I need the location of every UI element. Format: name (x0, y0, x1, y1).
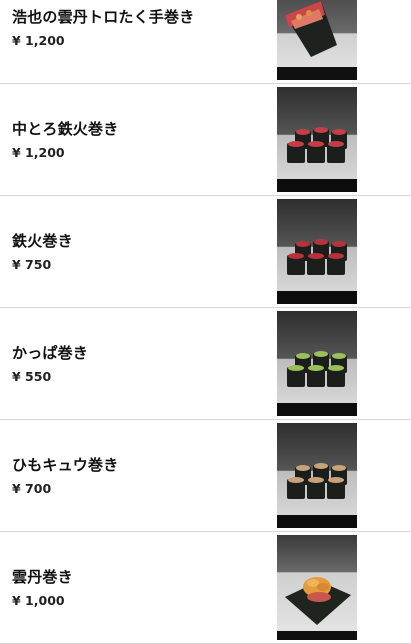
menu-item[interactable]: 鉄火巻き ¥ 750 (0, 196, 411, 308)
menu-item-text: 雲丹巻き ¥ 1,000 (12, 532, 272, 644)
uni-maki-photo[interactable] (277, 535, 357, 640)
menu-item[interactable]: かっぱ巻き ¥ 550 (0, 308, 411, 420)
menu-item-name: 浩也の雲丹トロたく手巻き (12, 8, 195, 26)
menu-item-name: 中とろ鉄火巻き (12, 120, 119, 138)
menu-item[interactable]: 雲丹巻き ¥ 1,000 (0, 532, 411, 644)
menu-item-name: 雲丹巻き (12, 568, 73, 586)
tekka-maki-photo[interactable] (277, 199, 357, 304)
menu-item-price: ¥ 1,000 (12, 593, 65, 608)
menu-item-price: ¥ 550 (12, 369, 52, 384)
menu-item-text: かっぱ巻き ¥ 550 (12, 308, 272, 420)
menu-item[interactable]: 浩也の雲丹トロたく手巻き ¥ 1,200 (0, 0, 411, 84)
himo-kyu-maki-photo[interactable] (277, 423, 357, 528)
menu-item-price: ¥ 1,200 (12, 33, 65, 48)
hand-roll-tuna-uni-photo[interactable] (277, 0, 357, 80)
menu-item-price: ¥ 700 (12, 481, 52, 496)
menu-item-text: ひもキュウ巻き ¥ 700 (12, 420, 272, 532)
menu-item-price: ¥ 750 (12, 257, 52, 272)
menu-item-text: 鉄火巻き ¥ 750 (12, 196, 272, 308)
kappa-maki-photo[interactable] (277, 311, 357, 416)
menu-item-name: かっぱ巻き (12, 344, 89, 362)
menu-item-text: 浩也の雲丹トロたく手巻き ¥ 1,200 (12, 0, 272, 84)
menu-item[interactable]: 中とろ鉄火巻き ¥ 1,200 (0, 84, 411, 196)
menu-list: 浩也の雲丹トロたく手巻き ¥ 1,200 中とろ鉄火巻き ¥ 1,200 鉄火巻… (0, 0, 411, 644)
menu-item-price: ¥ 1,200 (12, 145, 65, 160)
menu-item-name: ひもキュウ巻き (12, 456, 119, 474)
chutoro-tekka-maki-photo[interactable] (277, 87, 357, 192)
menu-item-text: 中とろ鉄火巻き ¥ 1,200 (12, 84, 272, 196)
menu-item[interactable]: ひもキュウ巻き ¥ 700 (0, 420, 411, 532)
menu-item-name: 鉄火巻き (12, 232, 73, 250)
